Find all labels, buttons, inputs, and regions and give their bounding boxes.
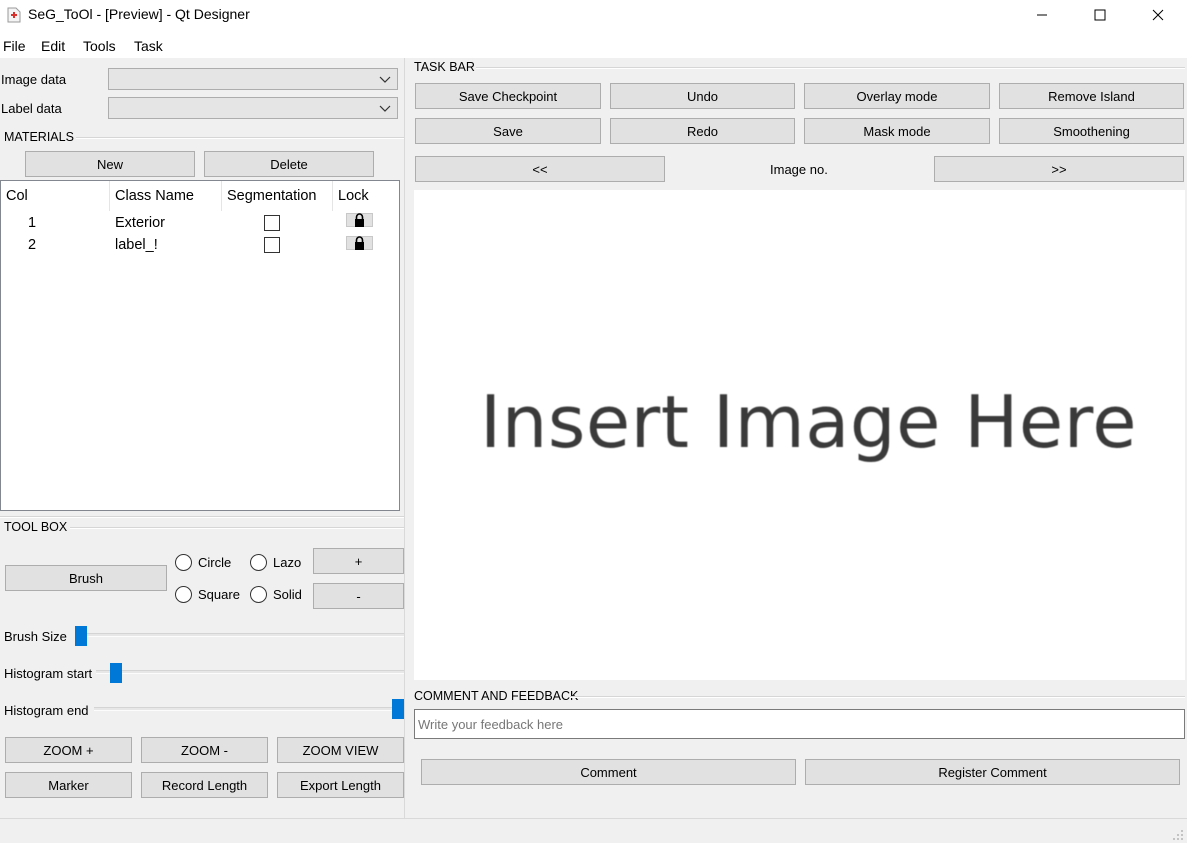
circle-radio-label[interactable]: Circle [198,555,231,570]
lock-icon [355,236,364,250]
col-header-segmentation[interactable]: Segmentation [222,181,333,211]
image-data-label: Image data [1,72,67,87]
square-radio[interactable] [175,586,192,603]
brush-button[interactable]: Brush [5,565,167,591]
label-data-combo[interactable] [108,97,398,119]
row-class-name[interactable]: Exterior [115,215,165,231]
minimize-button[interactable] [1013,0,1071,30]
window-title: SeG_ToOl - [Preview] - Qt Designer [28,6,250,22]
menu-task[interactable]: Task [134,38,163,54]
undo-button[interactable]: Undo [610,83,795,109]
close-button[interactable] [1129,0,1187,30]
save-checkpoint-button[interactable]: Save Checkpoint [415,83,601,109]
remove-island-button[interactable]: Remove Island [999,83,1184,109]
chevron-down-icon [379,105,391,112]
size-grip-icon[interactable] [1172,829,1184,841]
menu-file[interactable]: File [3,38,26,54]
brush-size-label: Brush Size [4,629,67,644]
image-number-label: Image no. [770,162,828,177]
record-length-button[interactable]: Record Length [141,772,268,798]
overlay-mode-button[interactable]: Overlay mode [804,83,990,109]
taskbar-title: TASK BAR [414,60,475,74]
histogram-end-label: Histogram end [4,703,89,718]
col-header-col[interactable]: Col [1,181,110,211]
export-length-button[interactable]: Export Length [277,772,404,798]
menu-bar: File Edit Tools Task [0,32,1187,58]
canvas-placeholder-text: Insert Image Here [480,380,1138,464]
marker-button[interactable]: Marker [5,772,132,798]
solid-radio[interactable] [250,586,267,603]
lock-button[interactable] [346,236,373,250]
brush-size-slider[interactable] [76,633,404,637]
solid-radio-label[interactable]: Solid [273,587,302,602]
zoom-out-button[interactable]: ZOOM - [141,737,268,763]
lock-button[interactable] [346,213,373,227]
title-bar: SeG_ToOl - [Preview] - Qt Designer [0,0,1187,32]
maximize-icon [1094,9,1106,21]
row-col-value: 1 [28,215,37,231]
image-data-combo[interactable] [108,68,398,90]
label-data-label: Label data [1,101,62,116]
brush-plus-button[interactable]: + [313,548,404,574]
previous-image-button[interactable]: << [415,156,665,182]
square-radio-label[interactable]: Square [198,587,240,602]
image-canvas[interactable]: Insert Image Here [414,190,1185,680]
brush-minus-button[interactable]: - [313,583,404,609]
comment-button[interactable]: Comment [421,759,796,785]
circle-radio[interactable] [175,554,192,571]
zoom-view-button[interactable]: ZOOM VIEW [277,737,404,763]
new-material-button[interactable]: New [25,151,195,177]
lazo-radio[interactable] [250,554,267,571]
mask-mode-button[interactable]: Mask mode [804,118,990,144]
register-comment-button[interactable]: Register Comment [805,759,1180,785]
feedback-input[interactable] [414,709,1185,739]
histogram-start-slider-handle[interactable] [109,663,122,683]
segmentation-checkbox[interactable] [264,215,280,231]
smoothening-button[interactable]: Smoothening [999,118,1184,144]
histogram-start-slider[interactable] [96,670,404,674]
chevron-down-icon [379,76,391,83]
panel-splitter[interactable] [404,58,405,818]
brush-size-slider-handle[interactable] [75,626,87,646]
row-col-value: 2 [28,237,37,253]
lazo-radio-label[interactable]: Lazo [273,555,301,570]
materials-table[interactable]: Col Class Name Segmentation Lock 1 Exter… [0,180,400,511]
materials-title: MATERIALS [4,130,74,144]
row-class-name[interactable]: label_! [115,237,158,253]
histogram-start-label: Histogram start [4,666,93,681]
minimize-icon [1037,14,1047,16]
menu-edit[interactable]: Edit [41,38,65,54]
delete-material-button[interactable]: Delete [204,151,374,177]
histogram-end-slider[interactable] [94,707,404,711]
lock-icon [355,213,364,227]
close-icon [1152,9,1164,21]
col-header-lock[interactable]: Lock [333,181,399,211]
menu-tools[interactable]: Tools [83,38,116,54]
redo-button[interactable]: Redo [610,118,795,144]
col-header-class-name[interactable]: Class Name [110,181,222,211]
save-button[interactable]: Save [415,118,601,144]
segmentation-checkbox[interactable] [264,237,280,253]
comment-title: COMMENT AND FEEDBACK [414,689,579,703]
app-icon [7,7,21,23]
histogram-end-slider-handle[interactable] [392,699,404,719]
status-bar [0,818,1187,819]
maximize-button[interactable] [1071,0,1129,30]
next-image-button[interactable]: >> [934,156,1184,182]
toolbox-title: TOOL BOX [4,520,68,534]
zoom-in-button[interactable]: ZOOM + [5,737,132,763]
